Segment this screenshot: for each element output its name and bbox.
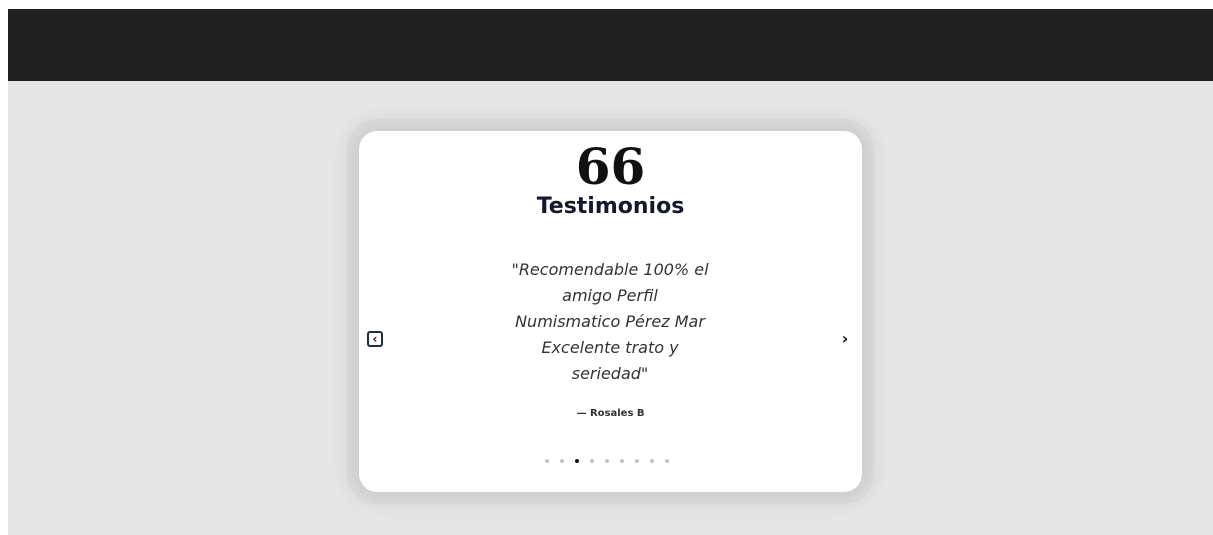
pagination-dot[interactable]	[635, 459, 639, 463]
testimonial-author: — Rosales B	[576, 408, 645, 419]
previous-button[interactable]: ‹	[367, 331, 383, 347]
pagination-dot[interactable]	[605, 459, 609, 463]
pagination-dot[interactable]	[665, 459, 669, 463]
chevron-left-icon: ‹	[372, 332, 378, 346]
quote-icon: 66	[575, 137, 646, 196]
pagination-dot[interactable]	[590, 459, 594, 463]
testimonial-carousel: 66 Testimonios "Recomendable 100% el ami…	[359, 131, 862, 492]
pagination-dot[interactable]	[545, 459, 549, 463]
pagination-dot[interactable]	[650, 459, 654, 463]
section-title: Testimonios	[536, 194, 685, 219]
pagination-dots	[545, 457, 675, 465]
pagination-dot[interactable]	[575, 459, 579, 463]
testimonial-card: 66 Testimonios "Recomendable 100% el ami…	[359, 131, 862, 492]
page: 66 Testimonios "Recomendable 100% el ami…	[8, 9, 1213, 535]
testimonial-text: "Recomendable 100% el amigo Perfil Numis…	[511, 260, 709, 383]
next-button[interactable]: ›	[837, 331, 853, 347]
top-bar	[8, 9, 1213, 81]
pagination-dot[interactable]	[560, 459, 564, 463]
chevron-right-icon: ›	[841, 329, 849, 348]
pagination-dot[interactable]	[620, 459, 624, 463]
